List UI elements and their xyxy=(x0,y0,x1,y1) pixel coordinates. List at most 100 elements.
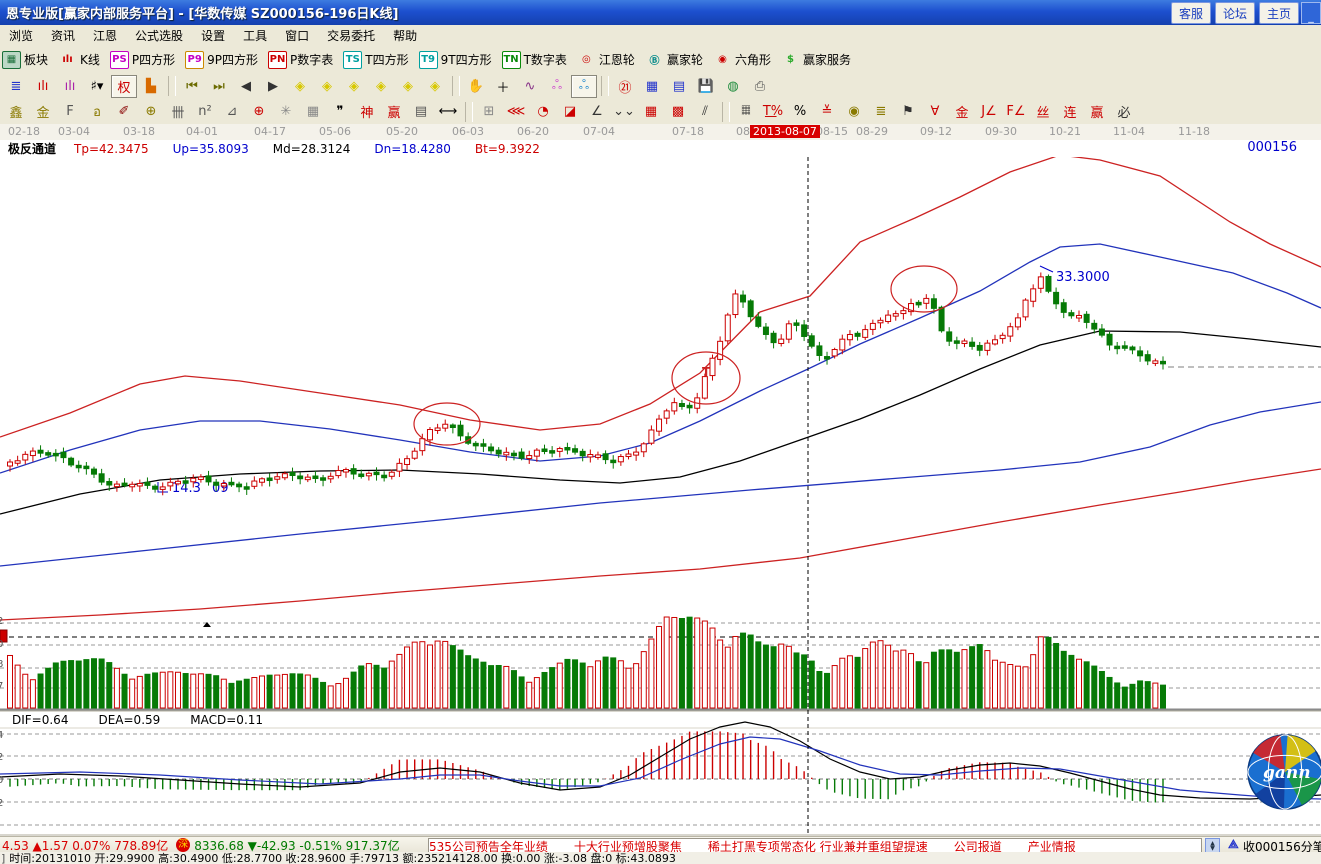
first-page-icon[interactable]: ⏮ xyxy=(179,75,205,98)
kline-chart[interactable]: 33.300014.309T20874202gann xyxy=(0,157,1321,836)
forum-button[interactable]: 论坛 xyxy=(1215,2,1255,24)
j-angle-icon[interactable]: J∠ xyxy=(976,100,1002,123)
gold-red-icon[interactable]: 金 xyxy=(949,100,975,123)
news-ticker[interactable]: 535公司预告全年业绩 十大行业预增股聚焦 稀土打黑专项常态化 行业兼并重组望提速 公… xyxy=(428,838,1202,853)
menu-帮助[interactable]: 帮助 xyxy=(384,25,426,46)
menu-工具[interactable]: 工具 xyxy=(234,25,276,46)
red-grid-1-icon[interactable]: ▦ xyxy=(638,100,664,123)
t-percent-icon[interactable]: T͟% xyxy=(760,100,786,123)
diamond-expand-icon[interactable]: ◈ xyxy=(341,75,367,98)
red-arc-box-icon[interactable]: ◔ xyxy=(530,100,556,123)
brain-pink-icon[interactable]: ஃ xyxy=(544,75,570,98)
n-square-icon[interactable]: n² xyxy=(192,100,218,123)
quote-list-icon[interactable]: ≣ xyxy=(3,75,29,98)
red-grid-2-icon[interactable]: ▩ xyxy=(665,100,691,123)
news-item[interactable]: 稀土打黑专项常态化 行业兼并重组望提速 xyxy=(708,838,928,853)
menu-交易委托[interactable]: 交易委托 xyxy=(318,25,384,46)
customer-service-button[interactable]: 客服 xyxy=(1171,2,1211,24)
color-chart-icon[interactable]: ▙ xyxy=(138,75,164,98)
hexagon-button[interactable]: ◉六角形 xyxy=(713,51,771,69)
bar-chart-3-icon[interactable]: ılı xyxy=(30,75,56,98)
gann-gold-tower-icon[interactable]: 鑫 xyxy=(3,100,29,123)
circle-cross-icon[interactable]: ⊕ xyxy=(138,100,164,123)
calendar-21-icon[interactable]: ㉑ xyxy=(612,75,638,98)
walk-tool-icon[interactable]: 连 xyxy=(1057,100,1083,123)
save-floppy-icon[interactable]: 💾 xyxy=(693,75,719,98)
crosshair-tool-icon[interactable]: ＋ xyxy=(490,75,516,98)
menu-设置[interactable]: 设置 xyxy=(192,25,234,46)
next-icon[interactable]: ▶ xyxy=(260,75,286,98)
fibonacci-f-icon[interactable]: F xyxy=(57,100,83,123)
diamond-down-icon[interactable]: ◈ xyxy=(422,75,448,98)
av-grid-icon[interactable]: ∀ xyxy=(922,100,948,123)
star-grid-icon[interactable]: ✳ xyxy=(273,100,299,123)
compass-pen-icon[interactable]: ✐ xyxy=(111,100,137,123)
winner-wheel-button[interactable]: Ⓑ赢家轮 xyxy=(645,51,703,69)
menu-公式选股[interactable]: 公式选股 xyxy=(126,25,192,46)
gold-circle-icon[interactable]: ◉ xyxy=(841,100,867,123)
sector-button[interactable]: ▦板块 xyxy=(2,51,48,69)
trend-pen-icon[interactable]: ∿ xyxy=(517,75,543,98)
gann-wheel-button[interactable]: ◎江恩轮 xyxy=(577,51,635,69)
t-square-button[interactable]: TST四方形 xyxy=(343,51,408,69)
9p-square-button[interactable]: P99P四方形 xyxy=(185,51,258,69)
diamond-right-icon[interactable]: ◈ xyxy=(314,75,340,98)
ying-angle-icon[interactable]: 赢 xyxy=(1084,100,1110,123)
percent-icon[interactable]: % xyxy=(787,100,813,123)
minimize-button[interactable]: _ xyxy=(1301,2,1321,24)
angle-sail-icon[interactable]: ⊿ xyxy=(219,100,245,123)
diamond-up-icon[interactable]: ◈ xyxy=(395,75,421,98)
grid-comb-icon[interactable]: 卌 xyxy=(165,100,191,123)
trend-angle-icon[interactable]: ∠ xyxy=(584,100,610,123)
menu-资讯[interactable]: 资讯 xyxy=(42,25,84,46)
gann-gold-grid-icon[interactable]: 金 xyxy=(30,100,56,123)
hand-tool-icon[interactable]: ✋ xyxy=(463,75,489,98)
red-rays-icon[interactable]: ⋘ xyxy=(503,100,529,123)
9t-square-button[interactable]: T99T四方形 xyxy=(419,51,492,69)
menu-浏览[interactable]: 浏览 xyxy=(0,25,42,46)
red-target-icon[interactable]: ⊕ xyxy=(246,100,272,123)
ruler-123-icon[interactable]: ▤ xyxy=(408,100,434,123)
brain-blue-icon[interactable]: ஃ xyxy=(571,75,597,98)
p-table-button[interactable]: PNP数字表 xyxy=(268,51,333,69)
menu-江恩[interactable]: 江恩 xyxy=(84,25,126,46)
diamond-left-icon[interactable]: ◈ xyxy=(287,75,313,98)
candle-style-icon[interactable]: ♯▾ xyxy=(84,75,110,98)
news-item[interactable]: 十大行业预增股聚焦 xyxy=(574,838,682,853)
percent-under-icon[interactable]: ≚ xyxy=(814,100,840,123)
winner-service-button[interactable]: $赢家服务 xyxy=(781,51,851,69)
news-item[interactable]: 产业情报 xyxy=(1028,838,1076,853)
shen-tool-icon[interactable]: 神 xyxy=(354,100,380,123)
kline-button[interactable]: ılıK线 xyxy=(58,51,100,69)
zigzag-check-icon[interactable]: ⌄⌄ xyxy=(611,100,637,123)
flag-tool-icon[interactable]: ⚑ xyxy=(895,100,921,123)
width-arrows-icon[interactable]: ⟷ xyxy=(435,100,461,123)
bar-chart-9-icon[interactable]: ılı xyxy=(57,75,83,98)
red-fan-box-icon[interactable]: ◪ xyxy=(557,100,583,123)
t-table-button[interactable]: TNT数字表 xyxy=(502,51,567,69)
quote-marks-icon[interactable]: ❞ xyxy=(327,100,353,123)
news-item[interactable]: 535公司预告全年业绩 xyxy=(429,838,548,853)
news-item[interactable]: 公司报道 xyxy=(954,838,1002,853)
restore-right-icon[interactable]: 权 xyxy=(111,75,137,98)
print-cart-icon[interactable]: ⎙ xyxy=(747,75,773,98)
globe-tool-icon[interactable]: ◍ xyxy=(720,75,746,98)
wave-angle-icon[interactable]: 必 xyxy=(1111,100,1137,123)
stats-list-icon[interactable]: 𝄜 xyxy=(733,100,759,123)
menu-窗口[interactable]: 窗口 xyxy=(276,25,318,46)
parallel-lines-icon[interactable]: ⫽ xyxy=(692,100,718,123)
homepage-button[interactable]: 主页 xyxy=(1259,2,1299,24)
spiral-tool-icon[interactable]: อ xyxy=(84,100,110,123)
gold-stack-icon[interactable]: ≣ xyxy=(868,100,894,123)
diamond-shrink-icon[interactable]: ◈ xyxy=(368,75,394,98)
prev-icon[interactable]: ◀ xyxy=(233,75,259,98)
box-grid-icon[interactable]: ▦ xyxy=(300,100,326,123)
window-grid-icon[interactable]: ⊞ xyxy=(476,100,502,123)
ticker-spinner[interactable]: ▲▼ xyxy=(1205,838,1220,853)
f-angle-icon[interactable]: F∠ xyxy=(1003,100,1029,123)
calculator-icon[interactable]: ▦ xyxy=(639,75,665,98)
ying-tool-icon[interactable]: 赢 xyxy=(381,100,407,123)
gold-angle-icon[interactable]: 丝 xyxy=(1030,100,1056,123)
p-square-button[interactable]: PSP四方形 xyxy=(110,51,175,69)
last-page-icon[interactable]: ⏭ xyxy=(206,75,232,98)
